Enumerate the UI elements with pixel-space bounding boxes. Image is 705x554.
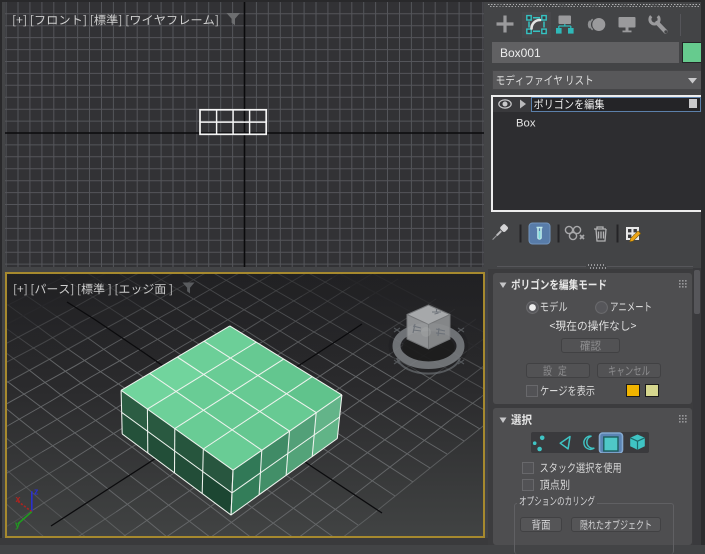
svg-text:y: y bbox=[15, 520, 20, 530]
svg-text:z: z bbox=[34, 487, 39, 497]
svg-text:Box: Box bbox=[516, 117, 536, 129]
svg-text:x: x bbox=[15, 494, 20, 504]
